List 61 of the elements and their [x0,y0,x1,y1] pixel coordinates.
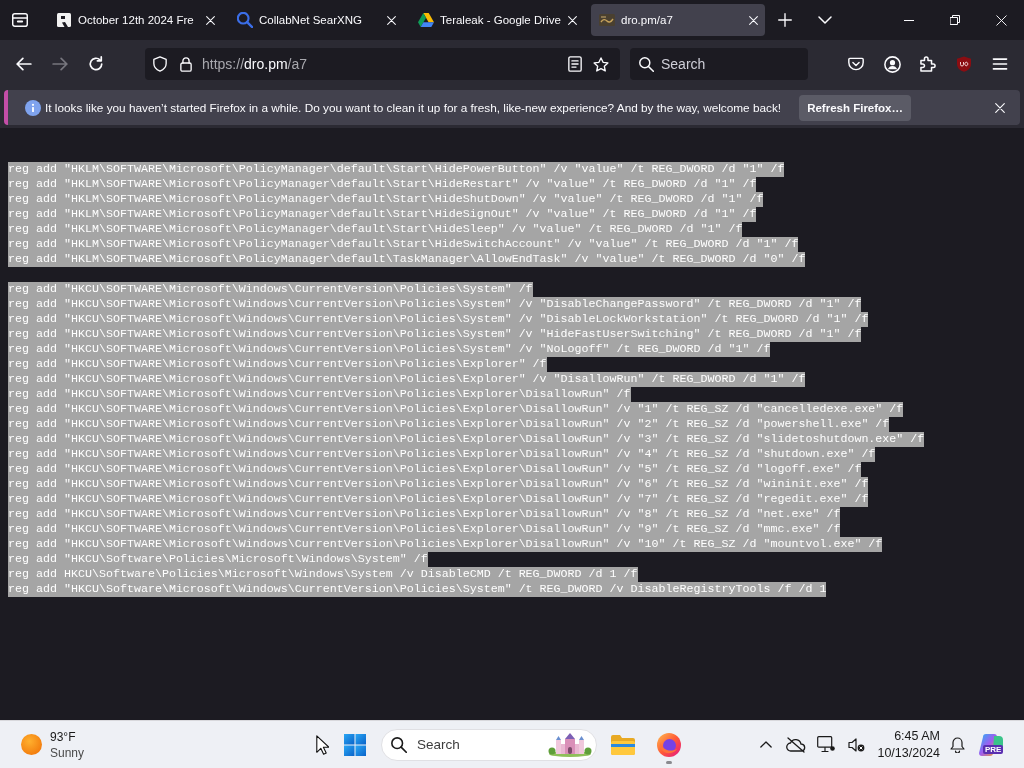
browser-tab[interactable]: CollabNet SearXNG [229,4,403,36]
tab-title: CollabNet SearXNG [259,14,363,26]
close-icon [748,15,758,25]
folder-icon [611,734,635,755]
shield-logo-icon [956,56,972,72]
magnifier-icon [237,12,253,28]
search-icon [391,736,407,753]
menu-icon [992,58,1008,70]
refresh-button[interactable]: Refresh Firefox… [799,94,911,121]
weather-condition: Sunny [50,744,85,761]
close-icon [386,15,396,25]
tab-title: dro.pm/a7 [621,14,674,26]
url-text[interactable]: https://dro.pm/a7 [202,56,308,72]
forward-arrow-icon [52,56,68,72]
browser-tab[interactable]: October 12th 2024 Fre [48,4,222,36]
search-icon [639,57,654,72]
taskbar-search-field[interactable]: Search [381,728,597,761]
lock-icon [180,56,192,72]
chevron-down-icon [818,16,832,24]
puzzle-icon [920,56,936,72]
back-arrow-icon [16,56,32,72]
restore-icon [950,15,960,25]
minimize-icon [904,19,914,21]
site-logo-icon [57,13,71,27]
triangle-logo-icon [418,13,434,27]
temperature: 93°F [50,728,77,745]
reload-icon [88,56,104,72]
castle-drawing [548,732,592,757]
bell-icon [949,736,965,753]
speaker-muted-icon [847,737,865,752]
reader-view-icon [568,56,582,72]
preview-label: PRE [983,744,1004,754]
close-icon [567,15,577,25]
notification-message: It looks like you haven’t started Firefox in a while. Do you want to clean it up for a fresh, like-new experience? And by the way, welcome back! [45,100,782,115]
page-thumbnail-icon [599,14,615,26]
windows-logo-icon [344,733,366,756]
tray-icon [12,13,28,27]
close-icon [995,102,1005,113]
cloud-off-icon [786,736,807,753]
address-bar[interactable]: https://dro.pm/a7 [145,48,620,80]
clock-date: 10/13/2024 [877,744,940,762]
star-icon [593,56,609,72]
tab-title: October 12th 2024 Fre [78,14,195,26]
info-icon [25,99,41,116]
monitor-icon [817,736,836,753]
browser-logo-icon [657,732,681,757]
sun-icon [21,734,42,755]
close-icon [995,14,1007,26]
assistant-button[interactable]: PRE [976,724,1006,765]
tab-title: Teraleak - Google Drive [440,14,559,26]
account-icon [883,55,901,73]
browser-tab[interactable]: dro.pm/a7 [591,4,765,36]
chevron-up-icon [760,741,773,748]
clock-time: 6:45 AM [894,727,940,745]
plus-icon [778,13,792,27]
shield-icon [153,56,167,72]
pocket-icon [848,57,864,71]
search-field[interactable]: Search [630,48,808,80]
close-icon [205,15,215,25]
mouse-pointer-icon [316,735,329,755]
browser-tab[interactable]: Teraleak - Google Drive [410,4,584,36]
